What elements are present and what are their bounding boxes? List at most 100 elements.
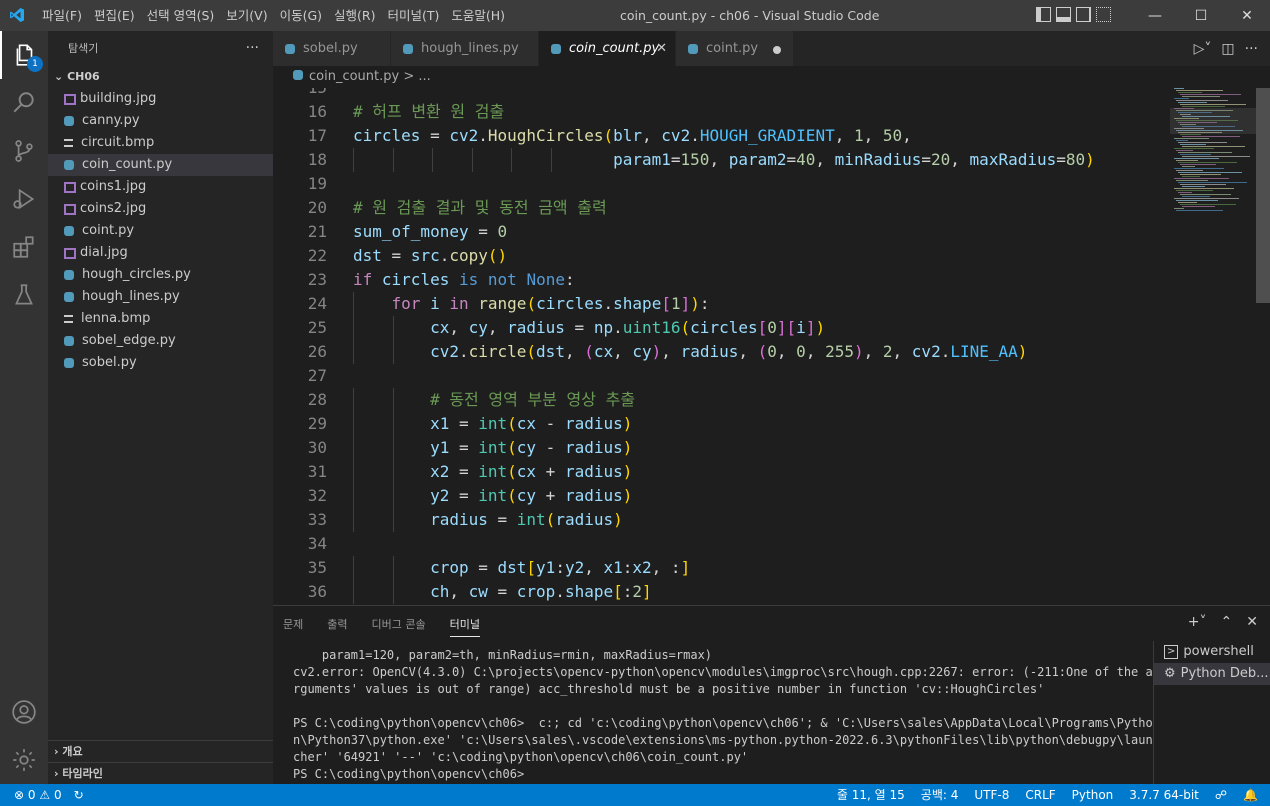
title-bar: 파일(F) 편집(E) 선택 영역(S) 보기(V) 이동(G) 실행(R) 터… (0, 0, 1270, 31)
line-number: 28 (307, 390, 327, 409)
feedback-icon[interactable]: ☍ (1215, 784, 1227, 806)
search-activity[interactable] (0, 79, 48, 127)
terminal-item-python-debug[interactable]: ⚙ Python Deb... (1154, 663, 1270, 685)
manage-activity[interactable] (0, 736, 48, 784)
indentation[interactable]: 공백: 4 (921, 784, 959, 806)
minimap-line (1174, 138, 1209, 139)
minimap-line (1174, 88, 1184, 89)
file-name: lenna.bmp (81, 311, 151, 326)
python-file-icon (64, 336, 74, 346)
minimap-line (1180, 194, 1231, 195)
image-file-icon (64, 181, 76, 193)
menu-file[interactable]: 파일(F) (36, 0, 88, 31)
more-actions-icon[interactable]: ··· (246, 31, 259, 66)
maximize-icon[interactable]: ☐ (1178, 0, 1224, 31)
toggle-secondary-sidebar-icon[interactable] (1076, 7, 1091, 22)
menu-help[interactable]: 도움말(H) (445, 0, 511, 31)
live-share-icon[interactable]: ↻ (74, 784, 84, 806)
line-number: 30 (307, 438, 327, 457)
menu-run[interactable]: 실행(R) (328, 0, 381, 31)
minimap-viewport[interactable] (1170, 108, 1256, 134)
file-item[interactable]: hough_lines.py (48, 286, 273, 308)
file-name: sobel.py (82, 355, 137, 370)
terminal-line: n\Python37\python.exe' 'c:\Users\sales\.… (293, 733, 1153, 747)
more-actions-icon[interactable]: ··· (1245, 41, 1258, 57)
file-item[interactable]: coint.py (48, 220, 273, 242)
folder-name: CH06 (67, 70, 100, 83)
file-item[interactable]: canny.py (48, 110, 273, 132)
file-item[interactable]: sobel_edge.py (48, 330, 273, 352)
file-item[interactable]: coin_count.py (48, 154, 273, 176)
tab-terminal[interactable]: 터미널 (449, 616, 480, 637)
run-debug-icon (13, 188, 35, 210)
tab-problems[interactable]: 문제 (283, 616, 303, 632)
tab-output[interactable]: 출력 (327, 616, 347, 632)
new-terminal-icon[interactable]: +˅ (1188, 614, 1207, 630)
close-panel-icon[interactable]: ✕ (1246, 614, 1258, 630)
close-window-icon[interactable]: ✕ (1224, 0, 1270, 31)
explorer-activity[interactable]: 1 (0, 31, 48, 79)
chevron-up-icon[interactable]: ⌃ (1221, 614, 1233, 630)
outline-section[interactable]: › 개요 (48, 740, 273, 762)
cursor-position[interactable]: 줄 11, 열 15 (837, 784, 905, 806)
menu-selection[interactable]: 선택 영역(S) (141, 0, 221, 31)
terminal-output[interactable]: param1=120, param2=th, minRadius=rmin, m… (293, 647, 1153, 783)
source-control-activity[interactable] (0, 127, 48, 175)
tab-coin-count[interactable]: coin_count.py ✕ (539, 31, 676, 66)
customize-layout-icon[interactable] (1096, 7, 1111, 22)
python-interpreter[interactable]: 3.7.7 64-bit (1129, 784, 1199, 806)
minimize-icon[interactable]: — (1132, 0, 1178, 31)
menu-view[interactable]: 보기(V) (220, 0, 273, 31)
toggle-sidebar-icon[interactable] (1036, 7, 1051, 22)
panel-tabs: 문제 출력 디버그 콘솔 터미널 (283, 606, 480, 641)
language-mode[interactable]: Python (1072, 784, 1114, 806)
breadcrumb-file[interactable]: coin_count.py (309, 69, 399, 84)
encoding[interactable]: UTF-8 (974, 784, 1009, 806)
indent-guide (353, 580, 354, 604)
run-python-icon[interactable]: ▷˅ (1194, 41, 1212, 57)
menu-terminal[interactable]: 터미널(T) (382, 0, 446, 31)
close-tab-icon[interactable]: ✕ (656, 41, 667, 56)
end-of-line[interactable]: CRLF (1025, 784, 1055, 806)
file-item[interactable]: coins1.jpg (48, 176, 273, 198)
code-line: 19 (273, 172, 1156, 196)
file-item[interactable]: lenna.bmp (48, 308, 273, 330)
file-item[interactable]: coins2.jpg (48, 198, 273, 220)
file-item[interactable]: circuit.bmp (48, 132, 273, 154)
file-item[interactable]: hough_circles.py (48, 264, 273, 286)
problems-status[interactable]: ⊗ 0 ⚠ 0 (14, 784, 62, 806)
tab-sobel[interactable]: sobel.py (273, 31, 391, 66)
minimap-line (1174, 178, 1229, 179)
indent-guide (471, 148, 473, 172)
extensions-activity[interactable] (0, 223, 48, 271)
menu-edit[interactable]: 편집(E) (88, 0, 141, 31)
tab-hough-lines[interactable]: hough_lines.py (391, 31, 539, 66)
chevron-down-icon: ⌄ (54, 70, 64, 83)
code-line: 18 param1=150, param2=40, minRadius=20, … (273, 148, 1156, 172)
breadcrumb-symbol[interactable]: > ... (399, 69, 430, 84)
code-editor[interactable]: 15 16 # 허프 변환 원 검출 17 circles = cv2.HoughCir… (273, 88, 1156, 605)
terminal-item-powershell[interactable]: > powershell (1154, 641, 1270, 663)
code-line: 25 cx, cy, radius = np.uint16(circles[0]… (273, 316, 1156, 340)
file-item[interactable]: dial.jpg (48, 242, 273, 264)
code-line: 35 crop = dst[y1:y2, x1:x2, :] (273, 556, 1156, 580)
file-item[interactable]: building.jpg (48, 88, 273, 110)
menu-go[interactable]: 이동(G) (274, 0, 328, 31)
toggle-panel-icon[interactable] (1056, 7, 1071, 22)
timeline-section[interactable]: › 타임라인 (48, 762, 273, 784)
accounts-activity[interactable] (0, 688, 48, 736)
folder-ch06[interactable]: ⌄ CH06 (48, 66, 273, 88)
minimap[interactable] (1170, 88, 1256, 605)
tab-coint[interactable]: coint.py (676, 31, 794, 66)
notifications-icon[interactable]: 🔔 (1243, 784, 1258, 806)
scrollbar-thumb[interactable] (1256, 88, 1270, 303)
tab-debug-console[interactable]: 디버그 콘솔 (372, 616, 426, 632)
testing-activity[interactable] (0, 271, 48, 319)
file-item[interactable]: sobel.py (48, 352, 273, 374)
editor-scrollbar[interactable] (1256, 88, 1270, 605)
line-number: 19 (307, 174, 327, 193)
unsaved-dot-icon[interactable] (773, 46, 781, 54)
split-editor-icon[interactable]: ◫ (1221, 41, 1234, 57)
run-debug-activity[interactable] (0, 175, 48, 223)
indent-guide (353, 316, 354, 340)
